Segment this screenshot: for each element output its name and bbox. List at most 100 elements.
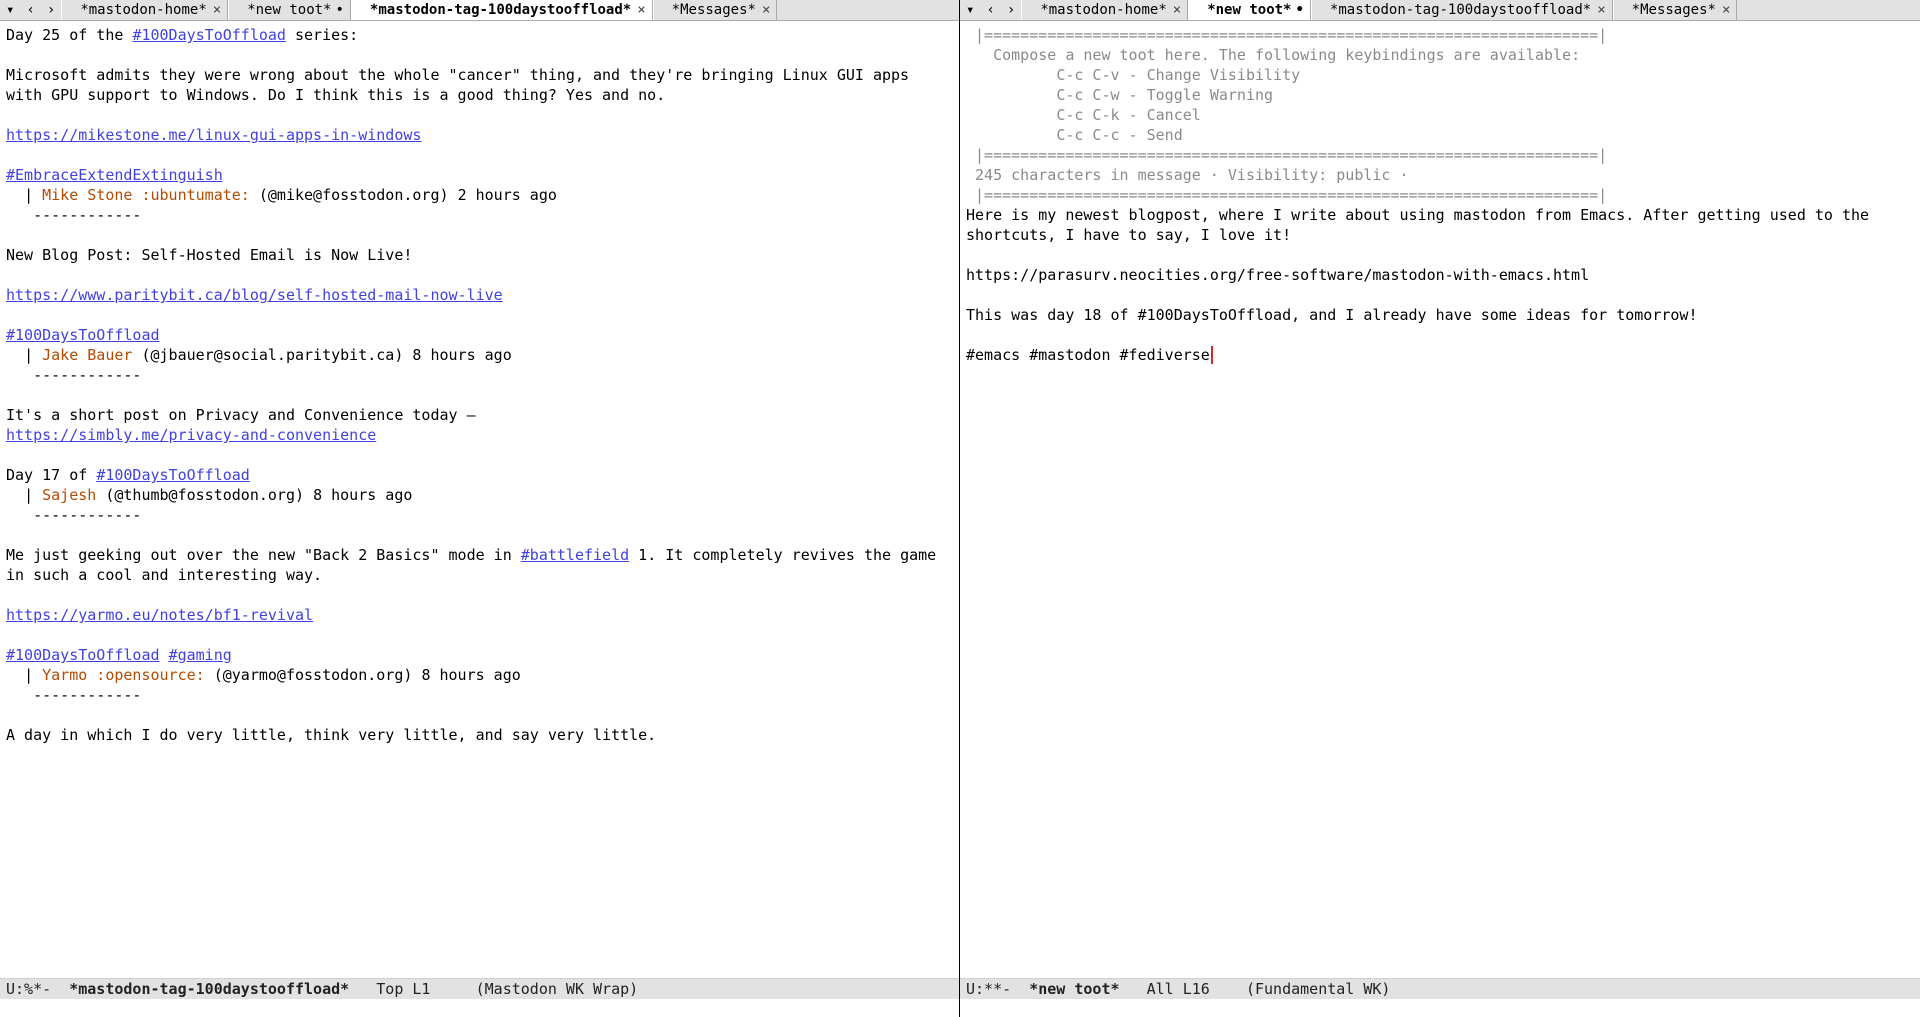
- modeline-buffer-name: *mastodon-tag-100daystooffload*: [69, 979, 349, 999]
- link[interactable]: https://www.paritybit.ca/blog/self-hoste…: [6, 286, 503, 304]
- hashtag[interactable]: #100DaysToOffload: [6, 646, 160, 664]
- author-name[interactable]: Jake Bauer: [42, 346, 132, 364]
- author-pipe: |: [6, 346, 42, 364]
- compose-line[interactable]: https://parasurv.neocities.org/free-soft…: [966, 265, 1914, 285]
- timestamp: 8 hours ago: [421, 666, 520, 684]
- tab-close-icon[interactable]: ×: [756, 0, 770, 20]
- left-tab-bar: ▾ ‹ › *mastodon-home*×*new toot*•*mastod…: [0, 0, 959, 21]
- author-name[interactable]: Yarmo :opensource:: [42, 666, 205, 684]
- tab-close-icon[interactable]: ×: [631, 0, 645, 20]
- post-separator: ------------: [6, 366, 141, 384]
- compose-line[interactable]: This was day 18 of #100DaysToOffload, an…: [966, 305, 1914, 325]
- tab-label: *new toot*: [247, 0, 331, 20]
- tab-label: *mastodon-home*: [1040, 0, 1166, 20]
- author-handle[interactable]: (@yarmo@fosstodon.org): [214, 666, 413, 684]
- timestamp: 8 hours ago: [313, 486, 412, 504]
- tab-scroll-left[interactable]: ‹: [20, 0, 40, 20]
- modeline-prefix: U:%*-: [6, 979, 69, 999]
- compose-keybinding: C-c C-k - Cancel: [966, 105, 1914, 125]
- modeline-position: Top L1: [349, 979, 475, 999]
- tab[interactable]: *Messages*×: [653, 0, 778, 20]
- hashtag[interactable]: #EmbraceExtendExtinguish: [6, 166, 223, 184]
- hashtag[interactable]: #100DaysToOffload: [6, 326, 160, 344]
- tab[interactable]: *new toot*•: [228, 0, 351, 20]
- compose-rule: |=======================================…: [966, 25, 1914, 45]
- compose-rule: |=======================================…: [966, 145, 1914, 165]
- text-cursor-icon: [1211, 346, 1213, 364]
- tab-close-icon[interactable]: ×: [1591, 0, 1605, 20]
- compose-status: 245 characters in message · Visibility: …: [966, 165, 1914, 185]
- tab-close-icon[interactable]: ×: [1716, 0, 1730, 20]
- hashtag[interactable]: #100DaysToOffload: [132, 26, 286, 44]
- compose-hint: Compose a new toot here. The following k…: [966, 45, 1914, 65]
- compose-keybinding: C-c C-c - Send: [966, 125, 1914, 145]
- author-pipe: |: [6, 186, 42, 204]
- compose-line[interactable]: [966, 245, 1914, 265]
- author-name[interactable]: Mike Stone :ubuntumate:: [42, 186, 250, 204]
- author-pipe: |: [6, 666, 42, 684]
- post-text: A day in which I do very little, think v…: [6, 726, 656, 744]
- hashtag[interactable]: #100DaysToOffload: [96, 466, 250, 484]
- tab-close-icon[interactable]: ×: [1167, 0, 1181, 20]
- author-name[interactable]: Sajesh: [42, 486, 96, 504]
- link[interactable]: https://mikestone.me/linux-gui-apps-in-w…: [6, 126, 421, 144]
- timestamp: 2 hours ago: [458, 186, 557, 204]
- hashtag[interactable]: #gaming: [169, 646, 232, 664]
- post-text: New Blog Post: Self-Hosted Email is Now …: [6, 246, 412, 264]
- post-text: Me just geeking out over the new "Back 2…: [6, 546, 521, 564]
- author-handle[interactable]: (@mike@fosstodon.org): [259, 186, 449, 204]
- tab-label: *Messages*: [672, 0, 756, 20]
- link[interactable]: https://simbly.me/privacy-and-convenienc…: [6, 426, 376, 444]
- tab-label: *Messages*: [1632, 0, 1716, 20]
- tab-scroll-left-r[interactable]: ‹: [980, 0, 1000, 20]
- tab[interactable]: *mastodon-tag-100daystooffload*×: [351, 0, 653, 20]
- tab-modified-dot-icon: •: [1291, 0, 1303, 20]
- modeline-prefix-r: U:**-: [966, 979, 1029, 999]
- compose-line[interactable]: #emacs #mastodon #fediverse: [966, 345, 1914, 365]
- author-pipe: |: [6, 486, 42, 504]
- compose-keybinding: C-c C-v - Change Visibility: [966, 65, 1914, 85]
- post-separator: ------------: [6, 686, 141, 704]
- tab-label: *mastodon-tag-100daystooffload*: [370, 0, 631, 20]
- compose-line[interactable]: Here is my newest blogpost, where I writ…: [966, 205, 1914, 245]
- tab-label: *mastodon-tag-100daystooffload*: [1330, 0, 1591, 20]
- right-minibuffer[interactable]: [960, 999, 1920, 1017]
- compose-line[interactable]: [966, 285, 1914, 305]
- tab-scroll-right[interactable]: ›: [41, 0, 61, 20]
- post-separator: ------------: [6, 506, 141, 524]
- compose-keybinding: C-c C-w - Toggle Warning: [966, 85, 1914, 105]
- post-text: series:: [286, 26, 358, 44]
- tab[interactable]: *mastodon-home*×: [61, 0, 228, 20]
- post-text: It's a short post on Privacy and Conveni…: [6, 406, 476, 424]
- post-separator: ------------: [6, 206, 141, 224]
- post-text: [160, 646, 169, 664]
- compose-buffer[interactable]: |=======================================…: [960, 21, 1920, 978]
- left-timeline-buffer[interactable]: Day 25 of the #100DaysToOffload series: M…: [0, 21, 959, 978]
- tab[interactable]: *mastodon-tag-100daystooffload*×: [1311, 0, 1613, 20]
- tab-modified-dot-icon: •: [331, 0, 343, 20]
- tab[interactable]: *mastodon-home*×: [1021, 0, 1188, 20]
- modeline-buffer-name-r: *new toot*: [1029, 979, 1119, 999]
- right-modeline: U:**- *new toot* All L16 (Fundamental WK…: [960, 978, 1920, 999]
- author-handle[interactable]: (@jbauer@social.paritybit.ca): [141, 346, 403, 364]
- tab-scroll-menu-left[interactable]: ▾: [0, 0, 20, 20]
- author-handle[interactable]: (@thumb@fosstodon.org): [105, 486, 304, 504]
- compose-rule: |=======================================…: [966, 185, 1914, 205]
- left-modeline: U:%*- *mastodon-tag-100daystooffload* To…: [0, 978, 959, 999]
- tab-label: *mastodon-home*: [80, 0, 206, 20]
- tab-close-icon[interactable]: ×: [207, 0, 221, 20]
- modeline-position-r: All L16: [1120, 979, 1246, 999]
- tab-scroll-menu-right[interactable]: ▾: [960, 0, 980, 20]
- timestamp: 8 hours ago: [412, 346, 511, 364]
- tab-label: *new toot*: [1207, 0, 1291, 20]
- tab-scroll-right-r[interactable]: ›: [1001, 0, 1021, 20]
- compose-line[interactable]: [966, 325, 1914, 345]
- modeline-modes-r: (Fundamental WK): [1246, 979, 1391, 999]
- tab[interactable]: *new toot*•: [1188, 0, 1311, 20]
- left-minibuffer[interactable]: [0, 999, 959, 1017]
- link[interactable]: https://yarmo.eu/notes/bf1-revival: [6, 606, 313, 624]
- hashtag[interactable]: #battlefield: [521, 546, 629, 564]
- post-text: Day 17 of: [6, 466, 96, 484]
- post-text: Day 25 of the: [6, 26, 132, 44]
- tab[interactable]: *Messages*×: [1613, 0, 1738, 20]
